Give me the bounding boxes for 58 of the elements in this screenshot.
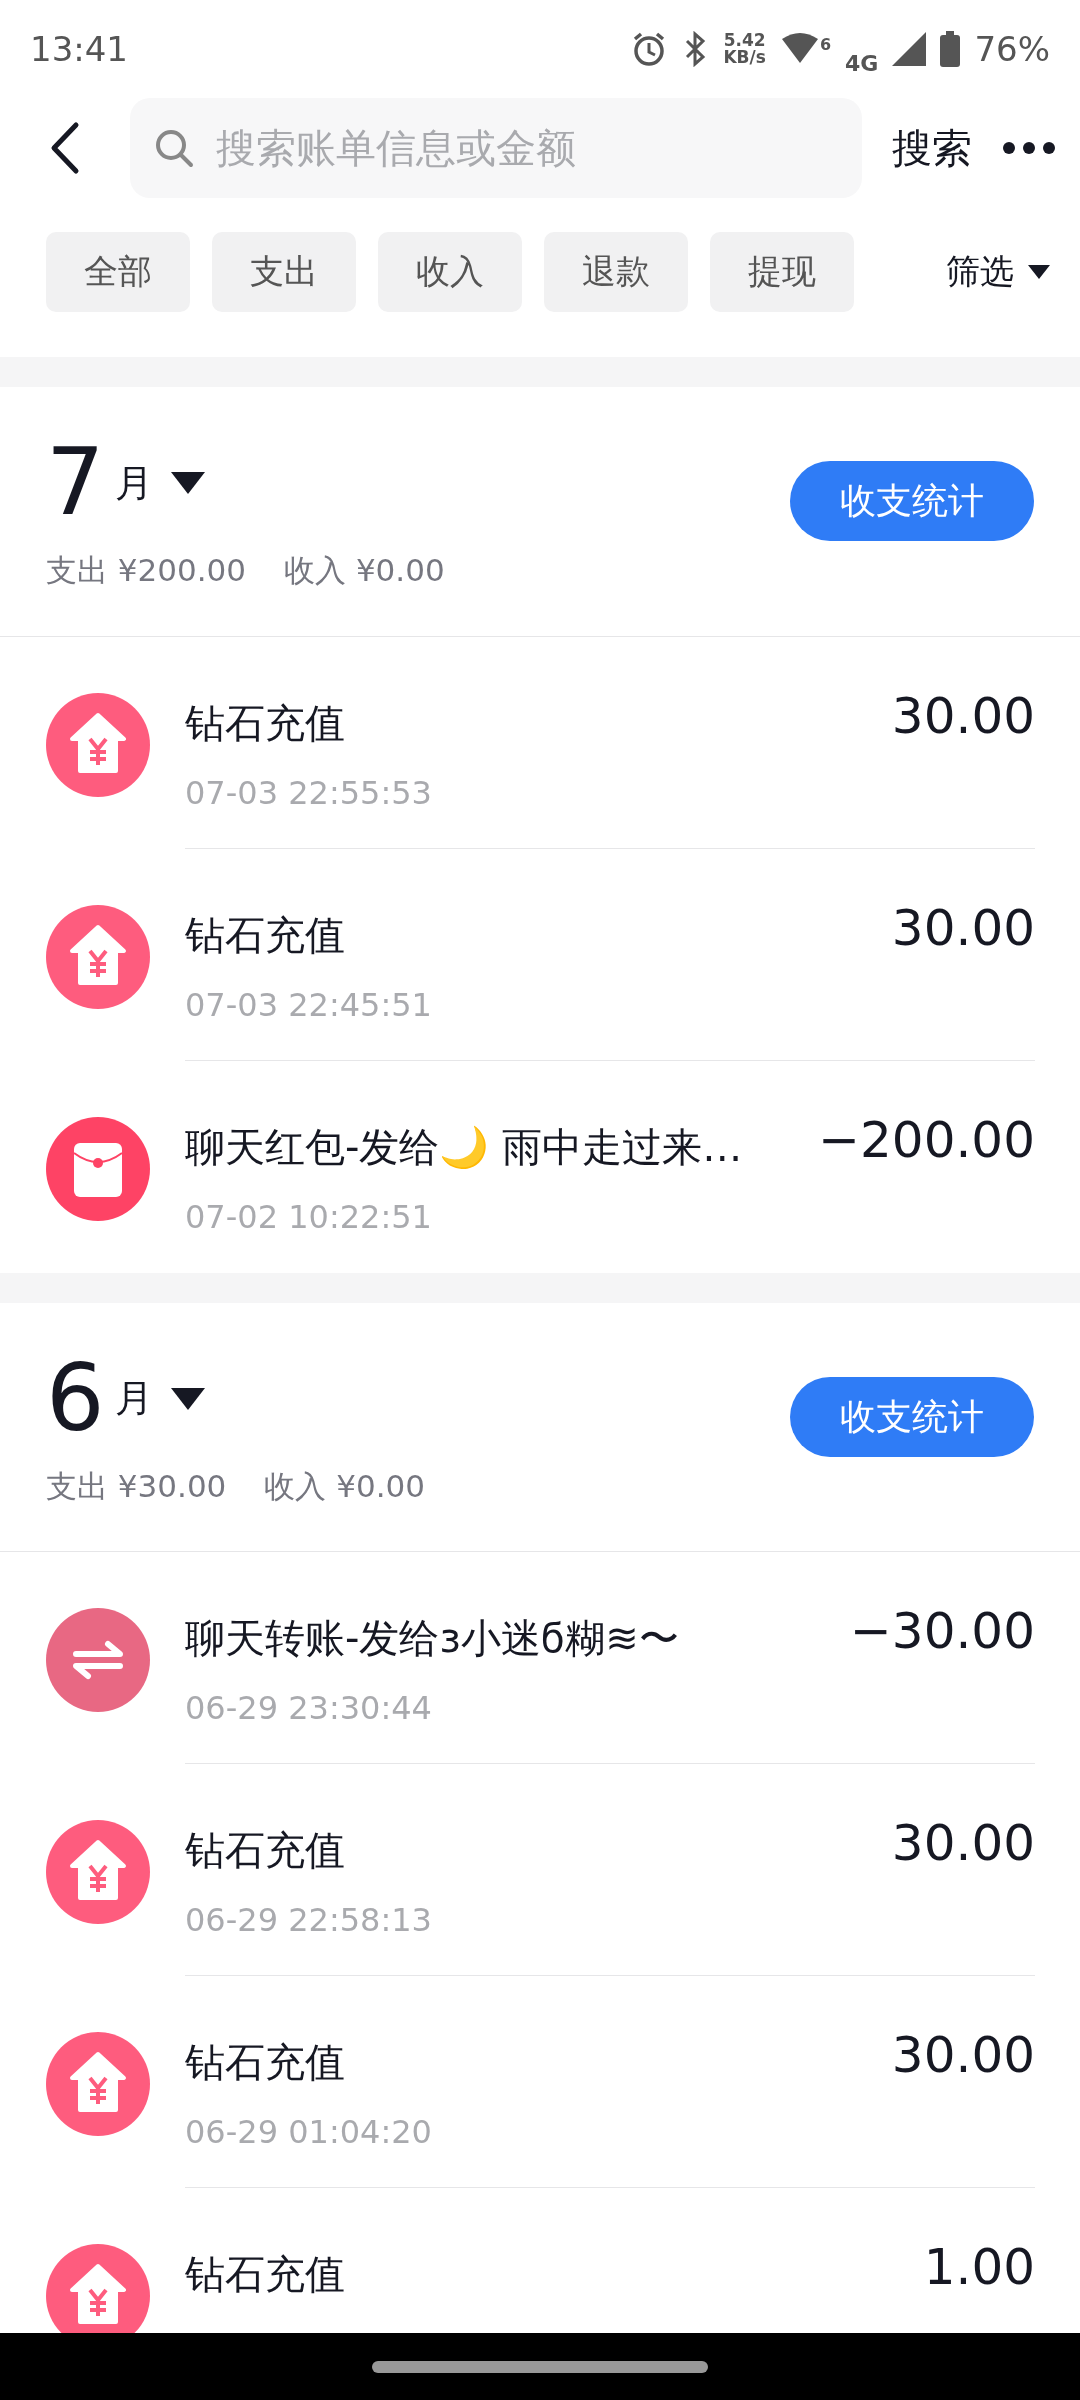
- transaction-amount: 30.00: [891, 685, 1035, 747]
- transaction-time: 07-02 10:22:51: [185, 1196, 433, 1238]
- filter-menu-button[interactable]: 筛选: [946, 246, 1050, 298]
- network-speed: 5.42: [723, 32, 766, 50]
- transaction-title: 钻石充值: [185, 2250, 345, 2300]
- caret-icon[interactable]: [170, 1387, 205, 1410]
- month-number: 6: [46, 1352, 105, 1445]
- transaction-title: 聊天转账-发给ɜ小迷ϭ糊≋〜: [185, 1614, 679, 1664]
- month-unit: 月: [114, 1375, 153, 1423]
- filter-chip[interactable]: 收入: [378, 231, 522, 312]
- month-unit: 月: [114, 459, 153, 507]
- speed-unit: KB/s: [723, 49, 766, 67]
- more-icon[interactable]: [1002, 141, 1056, 156]
- caret-icon: [1028, 264, 1050, 279]
- stats-button[interactable]: 收支统计: [790, 1376, 1034, 1457]
- home-indicator[interactable]: [372, 2360, 708, 2373]
- envelope-icon: [46, 1116, 150, 1221]
- transaction-time: 07-03 22:55:53: [185, 772, 432, 814]
- status-time: 13:41: [30, 27, 128, 71]
- filter-chip[interactable]: 全部: [46, 231, 190, 312]
- network-type: 4G: [845, 49, 879, 78]
- expense-summary: 支出 ¥30.00: [46, 1466, 227, 1506]
- signal-icon: [892, 32, 927, 67]
- battery-icon: [940, 31, 961, 68]
- transaction-amount: 30.00: [891, 1813, 1035, 1875]
- caret-icon[interactable]: [170, 472, 205, 495]
- search-icon: [154, 128, 194, 169]
- transaction-amount: −200.00: [818, 1109, 1035, 1171]
- filter-chip[interactable]: 支出: [212, 231, 356, 312]
- house-icon: [46, 692, 150, 797]
- house-icon: [46, 904, 150, 1009]
- transaction-time: 06-29 22:58:13: [185, 1900, 432, 1942]
- transaction-time: 07-03 22:45:51: [185, 984, 432, 1026]
- transaction-title: 聊天红包-发给🌙 雨中走过来…: [185, 1122, 743, 1172]
- transaction-time: 06-29 23:30:44: [185, 1688, 433, 1730]
- arrows-icon: [46, 1608, 150, 1713]
- transaction-amount: 30.00: [891, 2025, 1035, 2087]
- battery-level: 76%: [974, 27, 1050, 71]
- transaction-amount: −30.00: [849, 1601, 1035, 1663]
- house-icon: [46, 2032, 150, 2137]
- filter-chip[interactable]: 退款: [544, 231, 688, 312]
- transaction-amount: 1.00: [923, 2237, 1035, 2299]
- transaction-title: 钻石充值: [185, 1826, 346, 1876]
- month-number: 7: [46, 437, 105, 530]
- house-icon: [46, 1820, 150, 1925]
- search-button[interactable]: 搜索: [882, 118, 982, 179]
- back-button[interactable]: [50, 121, 80, 176]
- filter-chip[interactable]: 提现: [710, 231, 854, 312]
- transaction-time: 06-29 01:04:20: [185, 2112, 432, 2154]
- wifi-label: 6: [819, 34, 832, 57]
- transaction-title: 钻石充值: [185, 2038, 346, 2088]
- transaction-title: 钻石充值: [185, 698, 346, 748]
- income-summary: 收入 ¥0.00: [264, 1466, 425, 1506]
- income-summary: 收入 ¥0.00: [284, 551, 445, 591]
- stats-button[interactable]: 收支统计: [790, 461, 1034, 542]
- transaction-amount: 30.00: [891, 897, 1035, 959]
- expense-summary: 支出 ¥200.00: [46, 551, 247, 591]
- transaction-title: 钻石充值: [185, 910, 346, 960]
